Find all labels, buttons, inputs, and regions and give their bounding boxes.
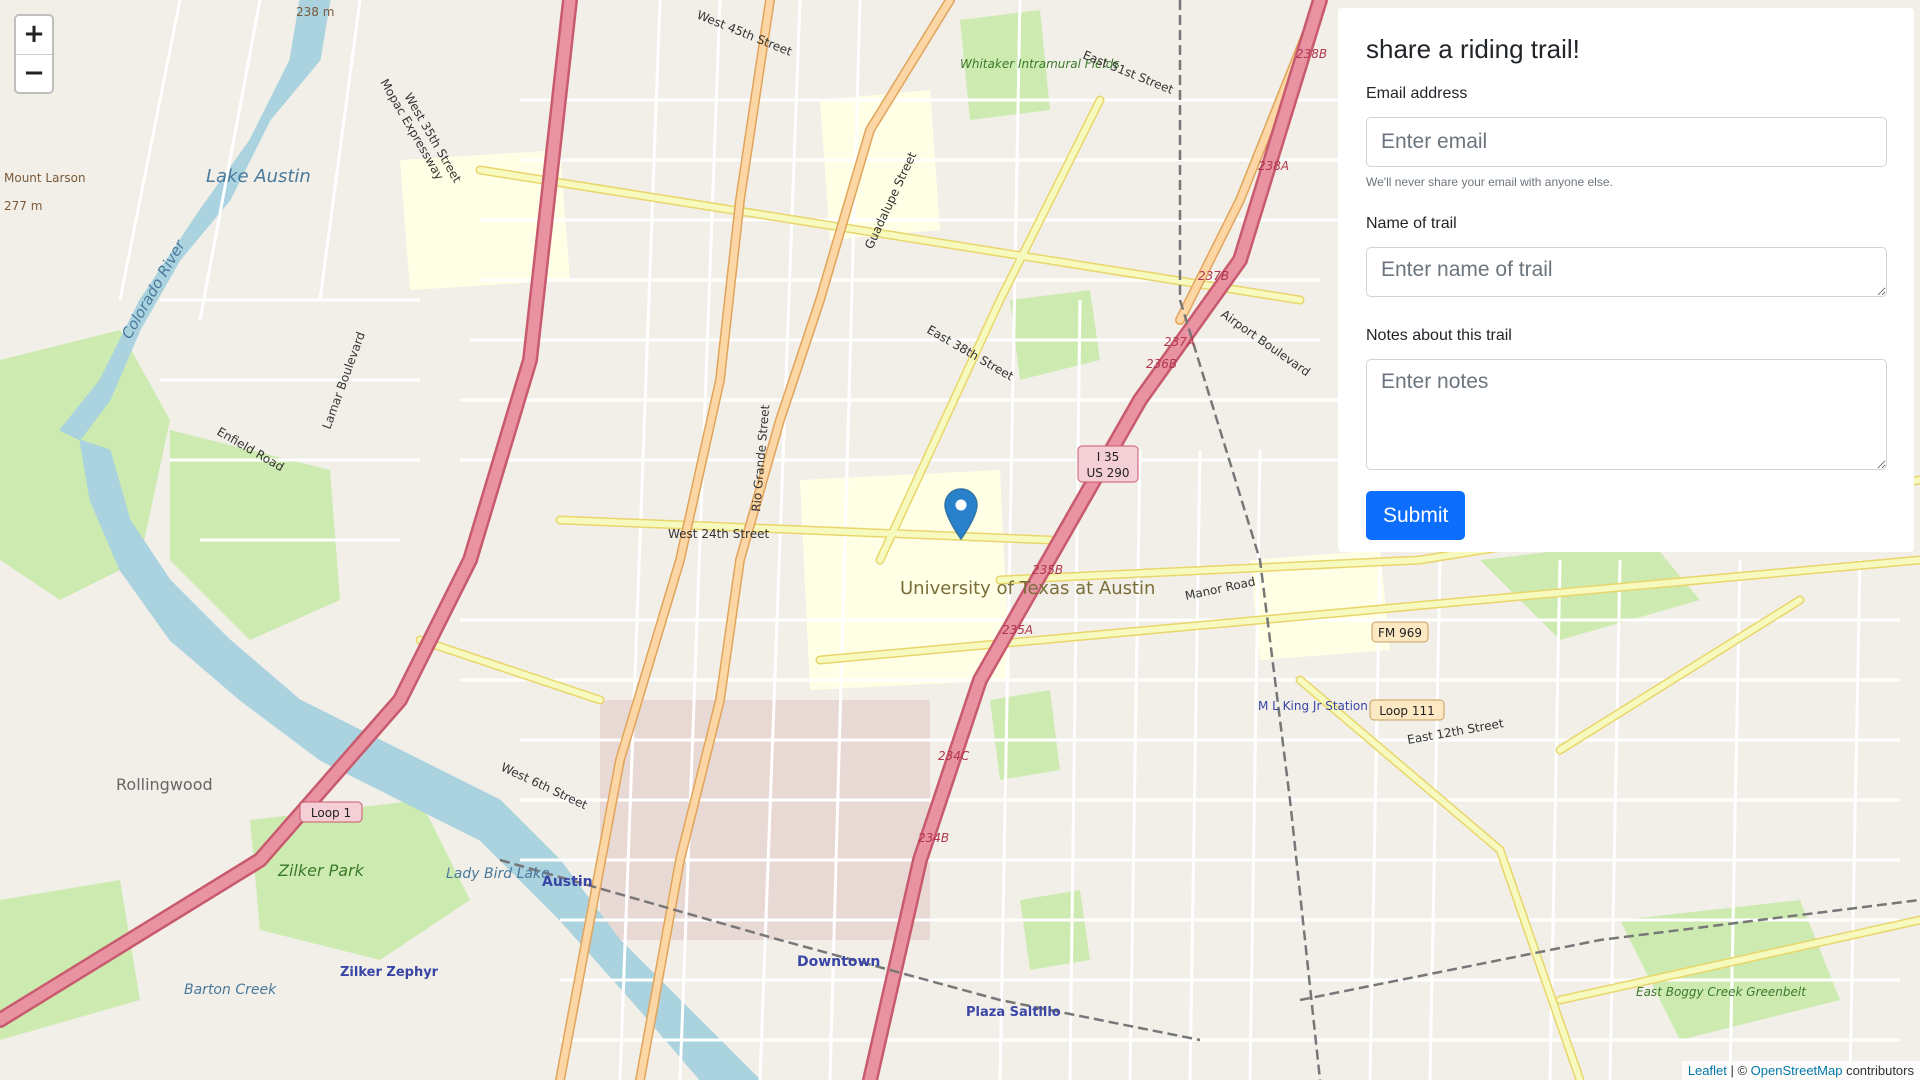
label-237a: 237A (1164, 335, 1195, 349)
share-trail-panel: share a riding trail! Email address We'l… (1338, 8, 1914, 552)
attribution-separator: | © (1726, 1063, 1751, 1078)
label-234c: 234C (938, 749, 970, 763)
shield-loop1: Loop 1 (311, 806, 351, 820)
map-marker-icon[interactable] (944, 488, 978, 540)
label-238a: 238A (1258, 159, 1289, 173)
osm-link[interactable]: OpenStreetMap (1751, 1063, 1843, 1078)
label-barton-creek: Barton Creek (184, 982, 277, 998)
trail-name-label: Name of trail (1366, 215, 1457, 233)
label-236b: 236B (1146, 357, 1177, 371)
notes-label: Notes about this trail (1366, 327, 1512, 345)
email-help-text: We'll never share your email with anyone… (1366, 175, 1613, 190)
shield-us290: US 290 (1086, 466, 1129, 480)
label-lake-austin: Lake Austin (206, 166, 311, 187)
label-austin: Austin (542, 874, 593, 890)
map-attribution: Leaflet | © OpenStreetMap contributors (1681, 1061, 1920, 1080)
label-237b: 237B (1198, 269, 1229, 283)
leaflet-link[interactable]: Leaflet (1688, 1063, 1727, 1078)
zoom-control: + − (14, 14, 54, 94)
label-university: University of Texas at Austin (900, 578, 1155, 599)
zoom-in-button[interactable]: + (16, 16, 52, 54)
label-west-24th: West 24th Street (668, 527, 769, 541)
label-east-boggy: East Boggy Creek Greenbelt (1636, 985, 1807, 999)
submit-button[interactable]: Submit (1366, 491, 1466, 541)
label-zilker-zephyr: Zilker Zephyr (340, 965, 439, 980)
label-mount-larson-elev: 277 m (4, 199, 42, 213)
label-234b: 234B (918, 831, 949, 845)
notes-field[interactable] (1366, 359, 1887, 471)
label-238b: 238B (1296, 47, 1327, 61)
email-label: Email address (1366, 85, 1468, 103)
zoom-out-button[interactable]: − (16, 54, 52, 92)
label-zilker-park: Zilker Park (277, 861, 365, 880)
label-elev-238: 238 m (296, 5, 334, 19)
shield-loop111: Loop 111 (1379, 704, 1435, 718)
label-lady-bird-lake: Lady Bird Lake (446, 866, 550, 882)
notes-group: Notes about this trail (1366, 327, 1887, 471)
shield-i35: I 35 (1097, 450, 1120, 464)
label-plaza-saltillo: Plaza Saltillo (966, 1005, 1061, 1020)
label-downtown: Downtown (797, 954, 880, 970)
label-mount-larson: Mount Larson (4, 171, 86, 185)
trail-name-field[interactable] (1366, 247, 1887, 298)
label-235a: 235A (1002, 623, 1033, 637)
email-field[interactable] (1366, 117, 1887, 168)
attribution-suffix: contributors (1842, 1063, 1914, 1078)
page-title: share a riding trail! (1366, 34, 1580, 64)
email-group: Email address We'll never share your ema… (1366, 85, 1887, 190)
shield-fm969: FM 969 (1378, 626, 1422, 640)
label-235b: 235B (1032, 563, 1063, 577)
label-rollingwood: Rollingwood (116, 775, 213, 794)
label-mlk-station: M L King Jr Station (1258, 699, 1368, 713)
trail-name-group: Name of trail (1366, 215, 1887, 298)
